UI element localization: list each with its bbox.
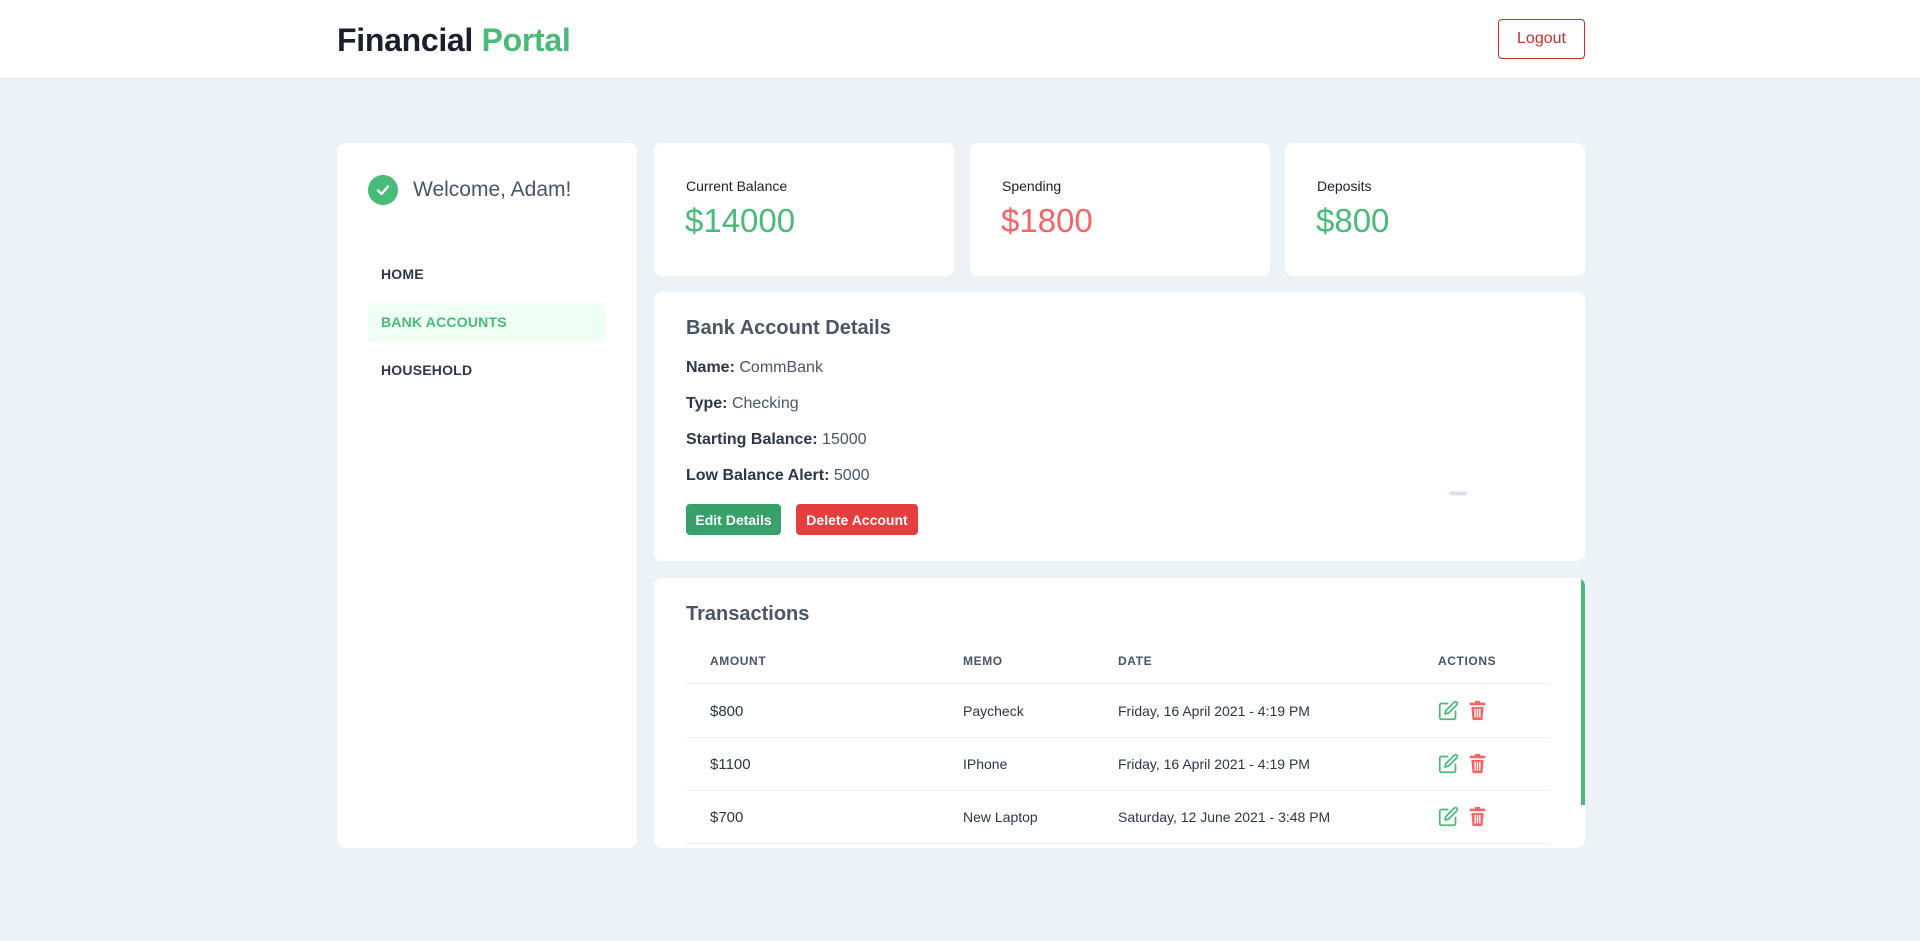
column-header-actions: ACTIONS <box>1438 654 1497 668</box>
spending-value: $1800 <box>1001 202 1093 239</box>
transaction-date: Friday, 16 April 2021 - 4:19 PM <box>1118 756 1310 772</box>
transactions-title: Transactions <box>686 603 810 625</box>
trash-icon[interactable] <box>1467 753 1488 774</box>
details-title: Bank Account Details <box>686 317 891 339</box>
sidebar: Welcome, Adam! HOME BANK ACCOUNTS HOUSEH… <box>337 143 637 848</box>
trash-icon[interactable] <box>1467 700 1488 721</box>
detail-type-label: Type: <box>686 395 728 412</box>
bank-account-details-card: Bank Account Details Name: CommBank Type… <box>654 292 1585 561</box>
edit-details-button[interactable]: Edit Details <box>686 504 781 535</box>
column-header-memo[interactable]: MEMO <box>963 654 1003 668</box>
row-actions <box>1438 806 1488 827</box>
row-actions <box>1438 700 1488 721</box>
detail-name-value: CommBank <box>739 359 823 376</box>
delete-account-button[interactable]: Delete Account <box>796 504 918 535</box>
detail-name-label: Name: <box>686 359 735 376</box>
top-navbar: Financial Portal Logout <box>0 0 1920 79</box>
current-balance-card: Current Balance $14000 <box>654 143 954 276</box>
column-header-date[interactable]: DATE <box>1118 654 1152 668</box>
decorative-smudge <box>1449 492 1467 495</box>
detail-low-balance-value: 5000 <box>833 467 870 484</box>
spending-card: Spending $1800 <box>970 143 1270 276</box>
detail-low-balance-alert: Low Balance Alert: 5000 <box>686 467 869 485</box>
transactions-card: Transactions AMOUNT MEMO DATE ACTIONS $8… <box>654 578 1585 848</box>
column-header-amount[interactable]: AMOUNT <box>710 654 766 668</box>
check-circle-icon <box>368 175 398 205</box>
edit-icon[interactable] <box>1438 753 1459 774</box>
spending-label: Spending <box>1002 178 1062 194</box>
detail-name: Name: CommBank <box>686 359 823 377</box>
brand-name-part2: Portal <box>481 22 571 58</box>
deposits-value: $800 <box>1316 202 1390 239</box>
transaction-date: Saturday, 12 June 2021 - 3:48 PM <box>1118 809 1331 825</box>
logout-button[interactable]: Logout <box>1498 19 1585 59</box>
edit-icon[interactable] <box>1438 700 1459 721</box>
detail-low-balance-label: Low Balance Alert: <box>686 467 830 484</box>
edit-icon[interactable] <box>1438 806 1459 827</box>
deposits-card: Deposits $800 <box>1285 143 1585 276</box>
detail-starting-balance: Starting Balance: 15000 <box>686 431 867 449</box>
detail-type: Type: Checking <box>686 395 799 413</box>
sidebar-item-home[interactable]: HOME <box>368 254 605 294</box>
transaction-amount: $1100 <box>710 756 751 773</box>
transaction-date: Friday, 16 April 2021 - 4:19 PM <box>1118 703 1310 719</box>
sidebar-item-household[interactable]: HOUSEHOLD <box>368 350 605 390</box>
detail-starting-balance-label: Starting Balance: <box>686 431 818 448</box>
transactions-table-header: AMOUNT MEMO DATE ACTIONS <box>686 654 1550 684</box>
detail-type-value: Checking <box>731 395 799 412</box>
table-row: $1100 IPhone Friday, 16 April 2021 - 4:1… <box>686 738 1550 791</box>
current-balance-value: $14000 <box>685 202 796 239</box>
transaction-amount: $700 <box>710 809 744 826</box>
deposits-label: Deposits <box>1317 178 1372 194</box>
brand-logo[interactable]: Financial Portal <box>337 22 571 59</box>
current-balance-label: Current Balance <box>686 178 788 194</box>
row-actions <box>1438 753 1488 774</box>
welcome-text: Welcome, Adam! <box>413 178 572 201</box>
transaction-amount: $800 <box>710 703 744 720</box>
sidebar-item-bank-accounts[interactable]: BANK ACCOUNTS <box>368 302 605 342</box>
transaction-memo: IPhone <box>963 756 1008 772</box>
transaction-memo: New Laptop <box>963 809 1038 825</box>
transactions-scrollbar[interactable] <box>1581 578 1585 805</box>
transaction-memo: Paycheck <box>963 703 1024 719</box>
welcome-message: Welcome, Adam! <box>368 175 571 205</box>
detail-starting-balance-value: 15000 <box>822 431 867 448</box>
table-row: $800 Paycheck Friday, 16 April 2021 - 4:… <box>686 685 1550 738</box>
brand-name-part1: Financial <box>337 22 474 58</box>
table-row: $700 New Laptop Saturday, 12 June 2021 -… <box>686 791 1550 844</box>
trash-icon[interactable] <box>1467 806 1488 827</box>
